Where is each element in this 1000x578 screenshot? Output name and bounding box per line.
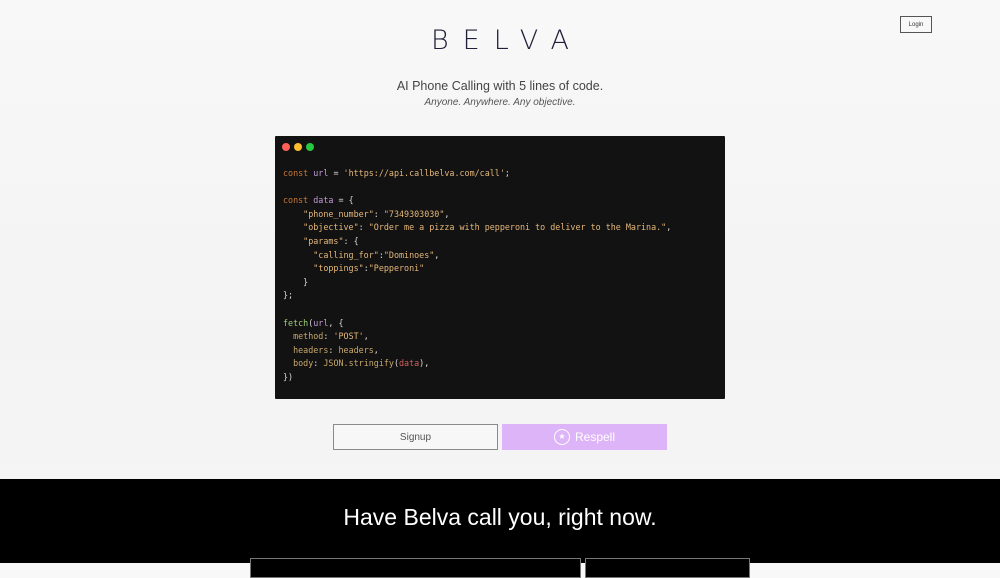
- code-token: "Order me a pizza with pepperoni to deli…: [368, 222, 667, 233]
- code-token: const: [283, 168, 309, 178]
- code-token: method: [293, 331, 324, 342]
- call-me-section: Have Belva call you, right now.: [0, 479, 1000, 578]
- code-token: headers: [338, 344, 374, 355]
- hero-tagline: AI Phone Calling with 5 lines of code.: [396, 79, 604, 93]
- code-token: data: [399, 358, 420, 369]
- code-token: "toppings": [313, 263, 364, 274]
- code-token: data: [313, 195, 334, 206]
- maximize-dot-icon: [306, 143, 314, 151]
- close-dot-icon: [282, 143, 290, 151]
- code-token: "params": [303, 235, 344, 246]
- respell-button-label: Respell: [574, 430, 616, 444]
- code-token: body: [293, 358, 314, 369]
- code-token: 'https://api.callbelva.com/call': [343, 168, 505, 178]
- hero-subtagline: Anyone. Anywhere. Any objective.: [424, 97, 576, 108]
- code-token: "calling_for": [313, 249, 379, 260]
- code-token: "Pepperoni": [368, 263, 425, 274]
- call-me-button[interactable]: [585, 558, 750, 578]
- code-token: "7349303030": [383, 208, 445, 219]
- respell-star-icon: ★: [553, 429, 570, 445]
- phone-number-input[interactable]: [250, 558, 581, 578]
- code-token: const: [283, 195, 309, 206]
- call-me-heading: Have Belva call you, right now.: [343, 504, 657, 530]
- belva-logo: BELVA: [430, 25, 584, 56]
- code-sample: const url = 'https://api.callbelva.com/c…: [283, 168, 672, 382]
- minimize-dot-icon: [294, 143, 302, 151]
- respell-button[interactable]: ★ Respell: [502, 424, 667, 450]
- code-token: headers: [293, 344, 329, 355]
- code-sample-window: const url = 'https://api.callbelva.com/c…: [275, 136, 725, 399]
- code-token: "Dominoes": [383, 249, 435, 260]
- code-token: JSON.stringify: [323, 358, 394, 369]
- code-token: url: [313, 168, 329, 178]
- signup-button[interactable]: Signup: [333, 424, 498, 450]
- code-token: 'POST': [333, 331, 364, 342]
- code-token: fetch: [283, 317, 309, 328]
- code-token: "phone_number": [303, 208, 374, 219]
- code-token: url: [313, 317, 329, 328]
- code-token: "objective": [303, 222, 359, 233]
- window-controls: [282, 143, 314, 151]
